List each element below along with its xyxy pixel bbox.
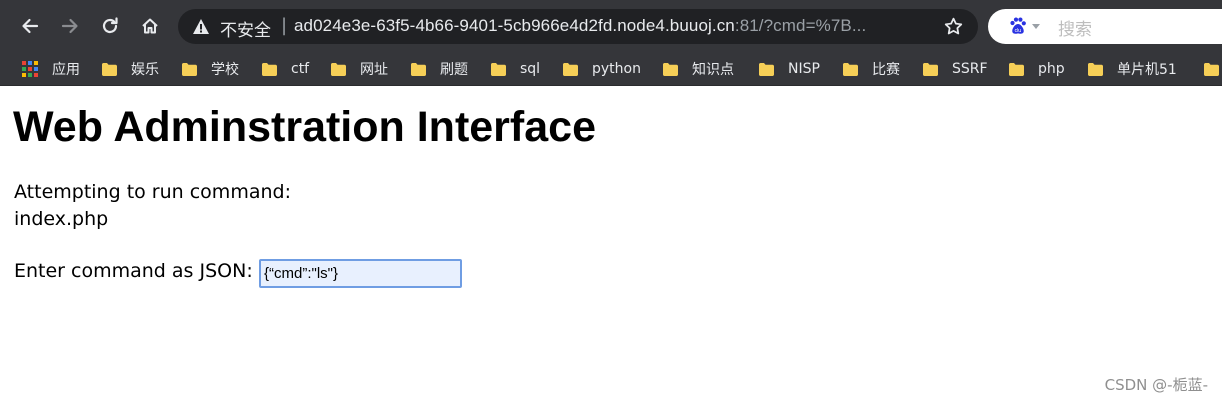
folder-icon <box>1009 62 1024 76</box>
command-output: index.php <box>14 208 109 230</box>
folder-icon <box>1088 62 1103 76</box>
bookmark-label: 学校 <box>211 62 239 78</box>
bookmark-label: 比赛 <box>872 62 900 78</box>
browser-toolbar: 不安全 | ad024e3e-63f5-4b66-9401-5cb966e4d2… <box>0 0 1222 52</box>
folder-icon <box>1204 62 1219 76</box>
folder-icon <box>491 62 506 76</box>
bookmark-label: 网址 <box>360 62 388 78</box>
bookmark-folder[interactable]: python <box>563 59 641 79</box>
json-prompt-label: Enter command as JSON: <box>14 260 253 282</box>
folder-icon <box>411 62 426 76</box>
folder-icon <box>563 62 578 76</box>
forward-button[interactable] <box>54 10 86 42</box>
folder-icon <box>759 62 774 76</box>
bookmarks-bar: 应用 娱乐 学校 ctf 网址 刷题 sql python 知识点 NISP 比… <box>0 52 1222 86</box>
bookmark-label: sql <box>520 61 541 77</box>
folder-icon <box>663 62 678 76</box>
bookmark-folder[interactable]: SSRF <box>923 59 988 79</box>
back-button[interactable] <box>14 10 46 42</box>
bookmark-label: 刷题 <box>440 62 468 78</box>
search-placeholder[interactable]: 搜索 <box>1058 15 1092 40</box>
folder-icon <box>102 62 117 76</box>
attempt-text: Attempting to run command: <box>14 181 291 203</box>
folder-icon <box>182 62 197 76</box>
bookmark-folder[interactable]: 单片机51 <box>1088 59 1177 79</box>
reload-button[interactable] <box>94 10 126 42</box>
apps-icon <box>22 61 38 77</box>
bookmark-folder[interactable]: 刷题 <box>411 59 468 79</box>
bookmark-folder[interactable]: sql <box>491 59 540 79</box>
bookmark-label: 应用 <box>52 62 80 78</box>
bookmark-label: 知识点 <box>692 62 734 78</box>
url-text[interactable]: ad024e3e-63f5-4b66-9401-5cb966e4d2fd.nod… <box>294 16 866 36</box>
bookmark-label: 娱乐 <box>131 62 159 78</box>
bookmark-label: python <box>592 61 641 77</box>
bookmark-folder-overflow[interactable] <box>1204 59 1222 79</box>
address-bar[interactable]: 不安全 | ad024e3e-63f5-4b66-9401-5cb966e4d2… <box>178 9 978 44</box>
bookmark-folder[interactable]: 学校 <box>182 59 239 79</box>
url-separator: | <box>281 15 288 36</box>
bookmark-folder[interactable]: 比赛 <box>843 59 900 79</box>
json-command-input[interactable] <box>259 259 462 288</box>
folder-icon <box>262 62 277 76</box>
bookmark-label: SSRF <box>952 61 988 77</box>
svg-text:du: du <box>1015 28 1022 34</box>
url-path[interactable]: :81/?cmd=%7B... <box>735 16 866 35</box>
watermark: CSDN @-栀蓝- <box>1104 376 1208 394</box>
bookmark-folder[interactable]: php <box>1009 59 1065 79</box>
bookmark-label: NISP <box>788 61 820 77</box>
back-icon <box>22 18 39 34</box>
bookmark-folder[interactable]: 网址 <box>331 59 388 79</box>
bookmark-folder[interactable]: ctf <box>262 59 309 79</box>
bookmark-apps[interactable]: 应用 <box>22 59 80 79</box>
bookmark-label: ctf <box>291 61 310 77</box>
home-button[interactable] <box>134 10 166 42</box>
star-icon[interactable] <box>943 16 964 37</box>
warning-icon[interactable] <box>192 18 210 35</box>
chevron-down-icon[interactable] <box>1032 24 1040 29</box>
search-engine-box[interactable]: du 搜索 <box>988 9 1222 44</box>
bookmark-folder[interactable]: 娱乐 <box>102 59 159 79</box>
bookmark-folder[interactable]: NISP <box>759 59 820 79</box>
bookmark-folder[interactable]: 知识点 <box>663 59 734 79</box>
folder-icon <box>923 62 938 76</box>
folder-icon <box>331 62 346 76</box>
security-label[interactable]: 不安全 <box>220 16 271 41</box>
folder-icon <box>843 62 858 76</box>
bookmark-label: php <box>1038 61 1065 77</box>
bookmark-label: 单片机51 <box>1117 62 1177 78</box>
page-title: Web Adminstration Interface <box>13 103 596 151</box>
home-icon <box>142 18 158 34</box>
reload-icon <box>102 17 118 34</box>
url-host[interactable]: ad024e3e-63f5-4b66-9401-5cb966e4d2fd.nod… <box>294 16 735 35</box>
page-content: Web Adminstration Interface Attempting t… <box>0 87 1222 405</box>
baidu-icon[interactable]: du <box>1008 16 1028 36</box>
forward-icon <box>61 18 78 34</box>
